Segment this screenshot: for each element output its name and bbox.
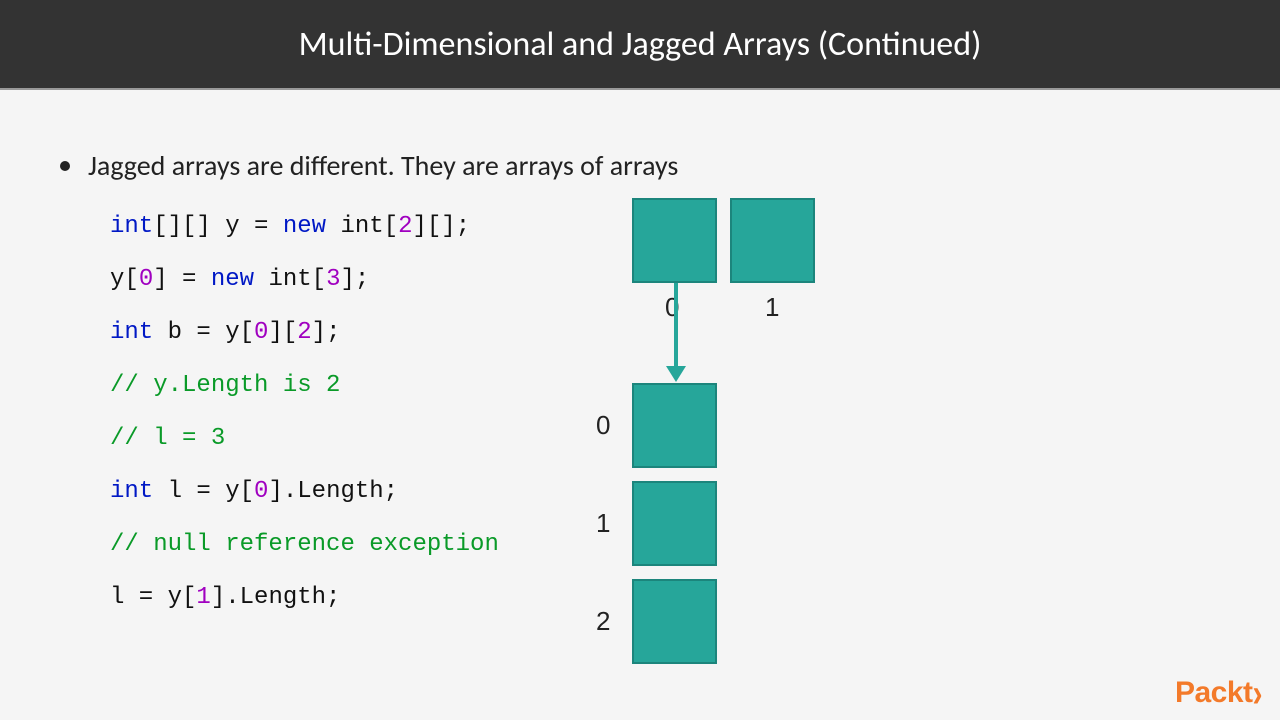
code-num: 3	[326, 266, 340, 293]
code-txt: l = y[	[153, 478, 254, 505]
code-txt: ].Length;	[268, 478, 398, 505]
slide-header: Multi-Dimensional and Jagged Arrays (Con…	[0, 0, 1280, 90]
code-block: int[][] y = new int[2][]; y[0] = new int…	[110, 200, 499, 624]
code-txt: ];	[312, 319, 341, 346]
brand-name: Packt	[1175, 676, 1253, 709]
code-txt: int[	[326, 213, 398, 240]
code-num: 2	[398, 213, 412, 240]
code-txt: ] =	[153, 266, 211, 293]
code-num: 0	[254, 319, 268, 346]
array-cell	[730, 198, 815, 283]
code-comment: // l = 3	[110, 425, 225, 452]
index-label: 1	[765, 292, 779, 323]
code-comment: // null reference exception	[110, 531, 499, 558]
brand-logo: Packt›	[1175, 676, 1262, 710]
code-num: 0	[139, 266, 153, 293]
code-kw: new	[283, 213, 326, 240]
code-txt: int[	[254, 266, 326, 293]
code-txt: l = y[	[110, 584, 196, 611]
array-cell	[632, 198, 717, 283]
bullet-dot-icon	[60, 161, 70, 171]
diagram: 0 1 0 1 2	[610, 198, 1010, 720]
index-label: 2	[596, 606, 610, 637]
array-cell	[632, 481, 717, 566]
code-txt: ][];	[412, 213, 470, 240]
code-num: 0	[254, 478, 268, 505]
array-cell	[632, 383, 717, 468]
bullet-text: Jagged arrays are different. They are ar…	[88, 148, 678, 183]
index-label: 0	[596, 410, 610, 441]
slide-title: Multi-Dimensional and Jagged Arrays (Con…	[299, 24, 982, 65]
arrow-head-icon	[666, 366, 686, 382]
code-txt: ][	[268, 319, 297, 346]
brand-chevron-icon: ›	[1253, 672, 1263, 716]
code-txt: y[	[110, 266, 139, 293]
code-txt: [][] y =	[153, 213, 283, 240]
code-num: 2	[297, 319, 311, 346]
code-kw: int	[110, 478, 153, 505]
arrow-line-icon	[674, 283, 678, 368]
code-comment: // y.Length is 2	[110, 372, 340, 399]
code-num: 1	[196, 584, 210, 611]
slide-body: Jagged arrays are different. They are ar…	[0, 90, 1280, 720]
code-txt: ];	[340, 266, 369, 293]
code-txt: ].Length;	[211, 584, 341, 611]
code-txt: b = y[	[153, 319, 254, 346]
bullet-item: Jagged arrays are different. They are ar…	[60, 148, 678, 183]
code-kw: int	[110, 319, 153, 346]
code-kw: new	[211, 266, 254, 293]
code-kw: int	[110, 213, 153, 240]
array-cell	[632, 579, 717, 664]
index-label: 1	[596, 508, 610, 539]
